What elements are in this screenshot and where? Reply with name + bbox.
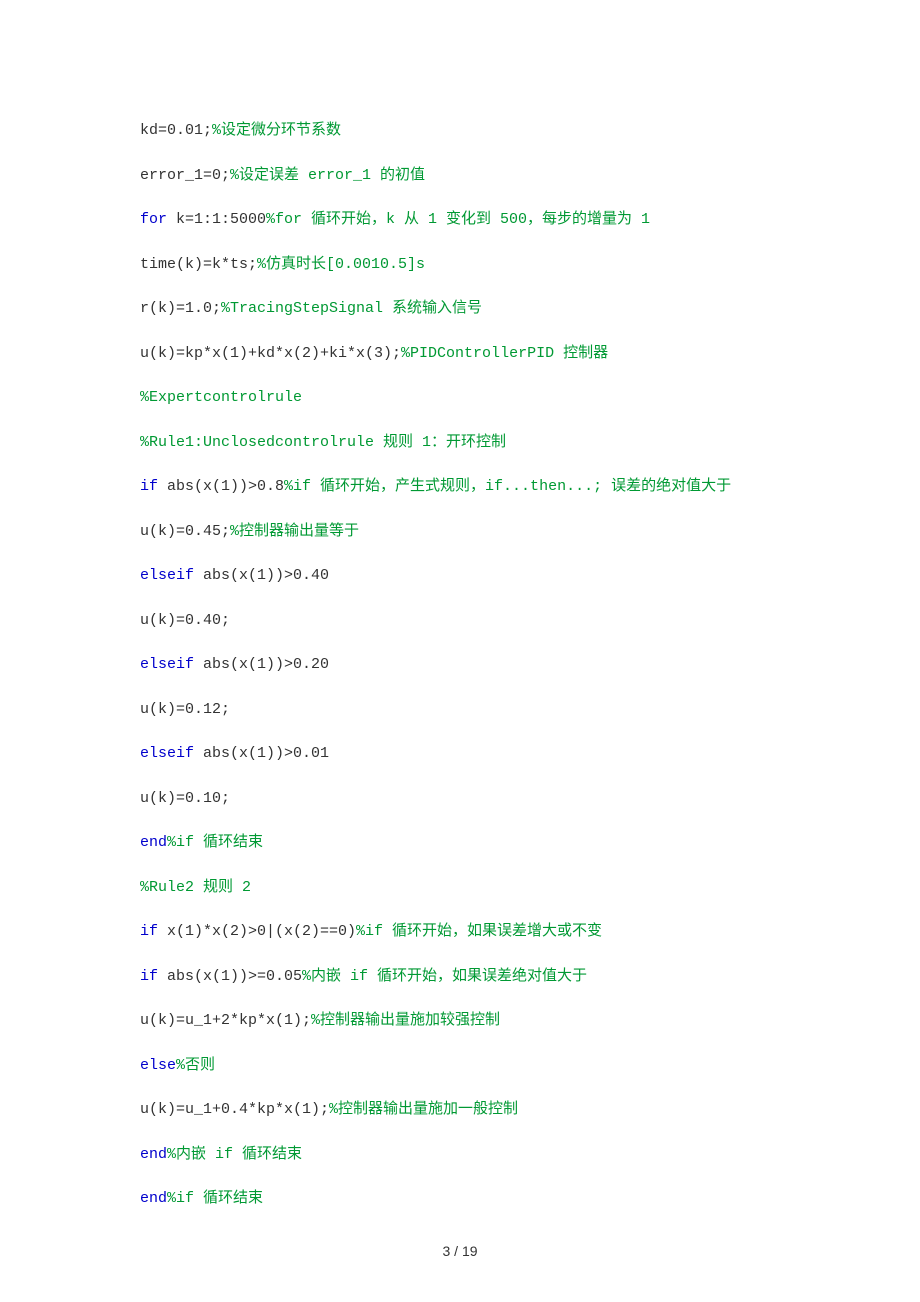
comment-text: %否则 <box>176 1057 215 1074</box>
code-text: u(k)=0.40; <box>140 612 230 629</box>
comment-text: %TracingStepSignal 系统输入信号 <box>221 300 482 317</box>
keyword-text: if <box>140 478 167 495</box>
code-text: error_1=0; <box>140 167 230 184</box>
code-text: u(k)=kp*x(1)+kd*x(2)+ki*x(3); <box>140 345 401 362</box>
code-line: u(k)=0.40; <box>140 610 780 633</box>
code-line: r(k)=1.0;%TracingStepSignal 系统输入信号 <box>140 298 780 321</box>
code-text: abs(x(1))>=0.05 <box>167 968 302 985</box>
code-line: %Rule2 规则 2 <box>140 877 780 900</box>
code-line: elseif abs(x(1))>0.40 <box>140 565 780 588</box>
comment-text: %Expertcontrolrule <box>140 389 302 406</box>
code-line: u(k)=0.10; <box>140 788 780 811</box>
comment-text: %内嵌 if 循环开始，如果误差绝对值大于 <box>302 968 587 985</box>
code-line: end%if 循环结束 <box>140 832 780 855</box>
code-line: elseif abs(x(1))>0.20 <box>140 654 780 677</box>
code-line: if abs(x(1))>0.8%if 循环开始，产生式规则，if...then… <box>140 476 780 499</box>
comment-text: %控制器输出量施加较强控制 <box>311 1012 500 1029</box>
code-line: u(k)=u_1+2*kp*x(1);%控制器输出量施加较强控制 <box>140 1010 780 1033</box>
page-content: kd=0.01;%设定微分环节系数 error_1=0;%设定误差 error_1… <box>0 0 920 1302</box>
code-text: k=1:1:5000 <box>176 211 266 228</box>
comment-text: %Rule2 规则 2 <box>140 879 251 896</box>
code-text: abs(x(1))>0.8 <box>167 478 284 495</box>
code-line: u(k)=0.12; <box>140 699 780 722</box>
keyword-text: elseif <box>140 745 203 762</box>
code-line: else%否则 <box>140 1055 780 1078</box>
keyword-text: if <box>140 923 167 940</box>
comment-text: %控制器输出量施加一般控制 <box>329 1101 518 1118</box>
comment-text: %设定微分环节系数 <box>212 122 341 139</box>
code-line: time(k)=k*ts;%仿真时长[0.0010.5]s <box>140 254 780 277</box>
code-line: end%if 循环结束 <box>140 1188 780 1211</box>
comment-text: %for 循环开始，k 从 1 变化到 500，每步的增量为 1 <box>266 211 650 228</box>
code-text: u(k)=0.45; <box>140 523 230 540</box>
code-text: time(k)=k*ts; <box>140 256 257 273</box>
keyword-text: for <box>140 211 176 228</box>
comment-text: %if 循环结束 <box>167 834 263 851</box>
code-text: abs(x(1))>0.01 <box>203 745 329 762</box>
code-line: for k=1:1:5000%for 循环开始，k 从 1 变化到 500，每步… <box>140 209 780 232</box>
code-text: u(k)=0.10; <box>140 790 230 807</box>
code-line: %Expertcontrolrule <box>140 387 780 410</box>
keyword-text: else <box>140 1057 176 1074</box>
comment-text: %if 循环开始，产生式规则，if...then...; 误差的绝对值大于 <box>284 478 731 495</box>
code-text: u(k)=0.12; <box>140 701 230 718</box>
code-text: u(k)=u_1+2*kp*x(1); <box>140 1012 311 1029</box>
keyword-text: end <box>140 1146 167 1163</box>
code-line: end%内嵌 if 循环结束 <box>140 1144 780 1167</box>
code-line: elseif abs(x(1))>0.01 <box>140 743 780 766</box>
code-text: r(k)=1.0; <box>140 300 221 317</box>
page-number: 3 / 19 <box>140 1241 780 1262</box>
code-text: abs(x(1))>0.40 <box>203 567 329 584</box>
code-block: kd=0.01;%设定微分环节系数 error_1=0;%设定误差 error_1… <box>140 120 780 1211</box>
comment-text: %控制器输出量等于 <box>230 523 359 540</box>
comment-text: %if 循环结束 <box>167 1190 263 1207</box>
comment-text: %内嵌 if 循环结束 <box>167 1146 302 1163</box>
code-text: x(1)*x(2)>0|(x(2)==0) <box>167 923 356 940</box>
code-line: %Rule1:Unclosedcontrolrule 规则 1：开环控制 <box>140 432 780 455</box>
keyword-text: if <box>140 968 167 985</box>
keyword-text: elseif <box>140 567 203 584</box>
code-line: kd=0.01;%设定微分环节系数 <box>140 120 780 143</box>
code-line: if x(1)*x(2)>0|(x(2)==0)%if 循环开始，如果误差增大或… <box>140 921 780 944</box>
code-text: u(k)=u_1+0.4*kp*x(1); <box>140 1101 329 1118</box>
comment-text: %设定误差 error_1 的初值 <box>230 167 425 184</box>
code-line: if abs(x(1))>=0.05%内嵌 if 循环开始，如果误差绝对值大于 <box>140 966 780 989</box>
comment-text: %if 循环开始，如果误差增大或不变 <box>356 923 602 940</box>
keyword-text: elseif <box>140 656 203 673</box>
keyword-text: end <box>140 834 167 851</box>
code-line: error_1=0;%设定误差 error_1 的初值 <box>140 165 780 188</box>
code-text: kd=0.01; <box>140 122 212 139</box>
keyword-text: end <box>140 1190 167 1207</box>
code-line: u(k)=kp*x(1)+kd*x(2)+ki*x(3);%PIDControl… <box>140 343 780 366</box>
comment-text: %PIDControllerPID 控制器 <box>401 345 608 362</box>
comment-text: %仿真时长[0.0010.5]s <box>257 256 425 273</box>
code-line: u(k)=0.45;%控制器输出量等于 <box>140 521 780 544</box>
code-text: abs(x(1))>0.20 <box>203 656 329 673</box>
comment-text: %Rule1:Unclosedcontrolrule 规则 1：开环控制 <box>140 434 506 451</box>
code-line: u(k)=u_1+0.4*kp*x(1);%控制器输出量施加一般控制 <box>140 1099 780 1122</box>
